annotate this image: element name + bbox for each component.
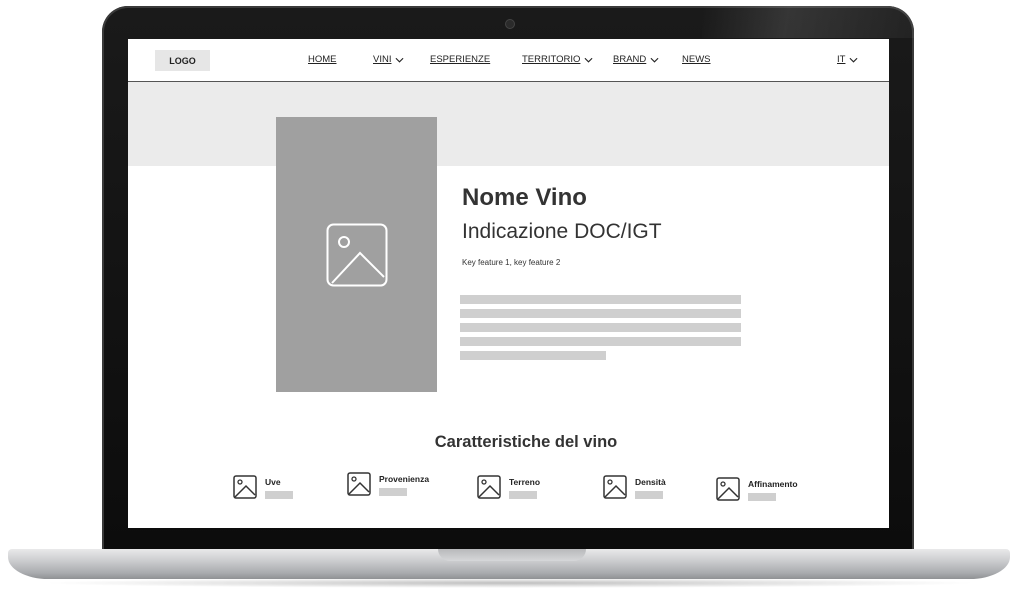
nav-brand-label: BRAND: [613, 54, 647, 65]
logo[interactable]: LOGO: [155, 50, 210, 71]
nav-home[interactable]: HOME: [308, 54, 337, 65]
image-icon: [347, 472, 371, 496]
text-placeholder-line: [460, 309, 741, 318]
characteristic-value-placeholder: [509, 491, 537, 499]
characteristic-value-placeholder: [379, 488, 407, 496]
wine-name: Nome Vino: [462, 184, 587, 211]
characteristic-value-placeholder: [635, 491, 663, 499]
chevron-down-icon: [650, 57, 659, 63]
text-placeholder-line: [460, 323, 741, 332]
nav-vini[interactable]: VINI: [373, 54, 404, 65]
image-icon: [716, 477, 740, 501]
nav-esperienze[interactable]: ESPERIENZE: [430, 54, 490, 65]
image-icon: [603, 475, 627, 499]
text-placeholder-line: [460, 351, 606, 360]
nav-territorio[interactable]: TERRITORIO: [522, 54, 593, 65]
hero-band: [128, 82, 889, 166]
characteristic-value-placeholder: [748, 493, 776, 501]
nav-home-label: HOME: [308, 54, 337, 65]
key-features: Key feature 1, key feature 2: [462, 258, 561, 267]
characteristic-label: Uve: [265, 477, 281, 487]
chevron-down-icon: [584, 57, 593, 63]
characteristic-label: Provenienza: [379, 474, 430, 484]
wine-indication: Indicazione DOC/IGT: [462, 220, 662, 243]
laptop-notch: [438, 549, 586, 561]
nav-esperienze-label: ESPERIENZE: [430, 54, 491, 65]
image-placeholder-icon: [326, 223, 387, 286]
navbar: LOGO HOME VINI ESPERIENZE TERRITORIO BRA…: [128, 39, 889, 82]
chevron-down-icon: [396, 57, 404, 63]
lid-sheen: [702, 6, 914, 38]
language-label: IT: [837, 54, 846, 65]
characteristic-value-placeholder: [265, 491, 293, 499]
camera: [506, 20, 514, 28]
characteristic-label: Densità: [635, 477, 666, 487]
text-placeholder-line: [460, 295, 741, 304]
laptop-shadow: [40, 578, 980, 588]
nav-news[interactable]: NEWS: [682, 54, 711, 65]
nav-vini-label: VINI: [373, 54, 392, 65]
screen: LOGO HOME VINI ESPERIENZE TERRITORIO BRA…: [128, 39, 889, 528]
chevron-down-icon: [849, 57, 858, 63]
image-icon: [233, 475, 257, 499]
characteristic-label: Terreno: [509, 477, 541, 487]
text-placeholder-line: [460, 337, 741, 346]
characteristic-label: Affinamento: [748, 479, 798, 489]
image-icon: [477, 475, 501, 499]
nav-territorio-label: TERRITORIO: [522, 54, 581, 65]
language-selector[interactable]: IT: [837, 54, 858, 65]
product-image: [276, 117, 437, 392]
nav-brand[interactable]: BRAND: [613, 54, 659, 65]
nav-news-label: NEWS: [682, 54, 711, 65]
section-title: Caratteristiche del vino: [434, 433, 618, 451]
